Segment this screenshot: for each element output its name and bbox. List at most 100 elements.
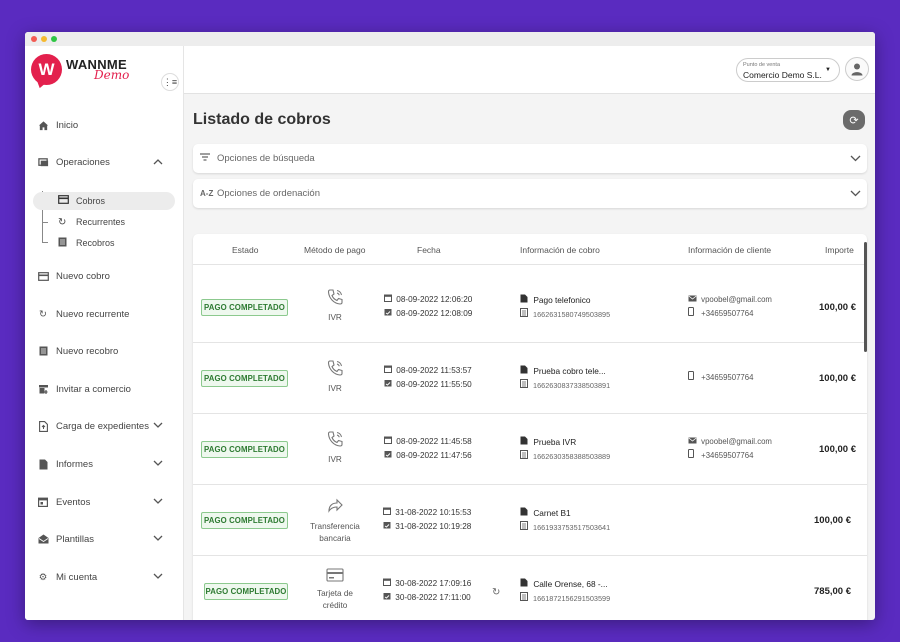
window-minimize-dot[interactable] [41, 36, 47, 42]
chevron-up-icon [153, 157, 163, 168]
sidebar-item-nuevo-recurrente[interactable]: ↻ Nuevo recurrente [25, 304, 184, 324]
completed-date: 08-09-2022 11:47:56 [396, 451, 472, 460]
completed-date: 30-08-2022 17:11:00 [395, 593, 471, 602]
document-icon [520, 436, 531, 450]
sidebar-item-carga-expedientes[interactable]: Carga de expedientes [25, 416, 184, 436]
calendar-icon [384, 435, 394, 449]
window-close-dot[interactable] [31, 36, 37, 42]
client-phone: +34659507764 [701, 309, 754, 318]
sidebar-subitem-recobros[interactable]: Recobros [33, 234, 175, 252]
table-row[interactable]: PAGO COMPLETADO IVR 08-09-2022 11:45:58 0… [193, 414, 867, 485]
phone-icon [301, 359, 369, 383]
column-header-importe[interactable]: Importe [825, 245, 854, 255]
column-header-info-cobro[interactable]: Información de cobro [520, 245, 600, 255]
dates: 08-09-2022 11:45:58 08-09-2022 11:47:56 [384, 435, 472, 463]
operations-icon [37, 156, 49, 168]
sidebar-subitem-cobros[interactable]: Cobros [33, 192, 175, 210]
client-info: +34659507764 [688, 371, 753, 385]
topbar: Punto de venta Comercio Demo S.L. ▼ [184, 46, 875, 94]
table-row[interactable]: PAGO COMPLETADO IVR 08-09-2022 12:06:20 0… [193, 272, 867, 343]
mobile-icon [688, 307, 699, 321]
amount: 100,00 € [819, 444, 856, 455]
calendar-check-icon [384, 449, 394, 463]
caret-down-icon: ▼ [825, 67, 831, 73]
client-phone: +34659507764 [701, 373, 754, 382]
scrollbar[interactable] [864, 242, 867, 352]
window-titlebar [25, 32, 875, 46]
amount: 100,00 € [819, 373, 856, 384]
chevron-down-icon [850, 153, 861, 165]
sidebar-item-operaciones[interactable]: Operaciones [25, 152, 184, 172]
created-date: 08-09-2022 11:53:57 [396, 366, 472, 375]
sidebar-item-nuevo-recobro[interactable]: Nuevo recobro [25, 341, 184, 361]
amount: 785,00 € [814, 586, 851, 597]
sidebar-item-informes[interactable]: Informes [25, 454, 184, 474]
completed-date: 08-09-2022 11:55:50 [396, 380, 472, 389]
menu-collapse-icon[interactable]: ⋮≡ [161, 73, 179, 91]
sidebar-item-inicio[interactable]: Inicio [25, 115, 184, 135]
payment-id: 1662631580749503895 [533, 310, 611, 319]
calendar-check-icon [384, 307, 394, 321]
calendar-icon [384, 364, 394, 378]
logo[interactable]: W WANNME Demo [31, 54, 129, 85]
payment-concept[interactable]: Prueba IVR [533, 437, 576, 447]
filter-icon [200, 153, 210, 164]
refresh-button[interactable]: ⟳ [843, 110, 865, 130]
sidebar-item-plantillas[interactable]: Plantillas [25, 529, 184, 549]
payment-concept[interactable]: Calle Orense, 68 -... [533, 579, 607, 589]
phone-icon [301, 430, 369, 454]
point-of-sale-select[interactable]: Punto de venta Comercio Demo S.L. ▼ [736, 58, 840, 82]
receipt-icon [520, 592, 531, 606]
payment-method: IVR [301, 430, 369, 466]
user-avatar-icon[interactable] [845, 57, 869, 81]
dates: 08-09-2022 12:06:20 08-09-2022 12:08:09 [384, 293, 472, 321]
payment-info: Prueba cobro tele... 1662630837338503891 [520, 364, 610, 393]
search-options-accordion[interactable]: Opciones de búsqueda [193, 144, 867, 173]
sidebar-item-mi-cuenta[interactable]: ⚙ Mi cuenta [25, 567, 184, 587]
chevron-down-icon [153, 497, 163, 508]
sort-options-accordion[interactable]: A-Z Opciones de ordenación [193, 179, 867, 208]
payment-concept[interactable]: Pago telefonico [533, 295, 590, 305]
document-icon [58, 237, 67, 250]
status-badge: PAGO COMPLETADO [201, 299, 288, 316]
logo-mark: W [31, 54, 62, 85]
payment-method-label: IVR [328, 384, 342, 393]
dates: 08-09-2022 11:53:57 08-09-2022 11:55:50 [384, 364, 472, 392]
client-info: vpoobel@gmail.com +34659507764 [688, 293, 772, 321]
calendar-icon [37, 496, 49, 508]
payment-info: Carnet B1 1661933753517503641 [520, 506, 610, 535]
column-header-metodo[interactable]: Método de pago [304, 245, 365, 255]
mobile-icon [688, 371, 699, 385]
table-row[interactable]: PAGO COMPLETADO IVR 08-09-2022 11:53:57 0… [193, 343, 867, 414]
refresh-icon: ⟳ [849, 114, 859, 127]
receipt-icon [520, 521, 531, 535]
calendar-icon [383, 506, 393, 520]
payment-info: Calle Orense, 68 -... 166187215629150359… [520, 577, 610, 606]
sidebar-item-nuevo-cobro[interactable]: Nuevo cobro [25, 266, 184, 286]
document-icon [520, 294, 531, 308]
sidebar: W WANNME Demo ⋮≡ Inicio Operaciones Cobr… [25, 46, 184, 620]
sidebar-subitem-recurrentes[interactable]: ↻ Recurrentes [33, 213, 175, 231]
calendar-icon [383, 577, 393, 591]
payment-concept[interactable]: Prueba cobro tele... [533, 366, 605, 376]
column-header-fecha[interactable]: Fecha [417, 245, 441, 255]
recurrent-icon: ↻ [58, 216, 67, 228]
mail-icon [688, 435, 699, 449]
recurrent-icon: ↻ [492, 587, 501, 598]
recurrent-icon: ↻ [39, 308, 47, 320]
page-title: Listado de cobros [193, 111, 331, 128]
dates: 30-08-2022 17:09:16 30-08-2022 17:11:00 [383, 577, 471, 605]
column-header-info-cliente[interactable]: Información de cliente [688, 245, 771, 255]
upload-file-icon [37, 420, 49, 432]
table-row[interactable]: PAGO COMPLETADO Transferencia bancaria 31-… [193, 485, 867, 556]
payment-method: IVR [301, 359, 369, 395]
card-icon [58, 195, 69, 207]
column-header-estado[interactable]: Estado [232, 245, 258, 255]
window-maximize-dot[interactable] [51, 36, 57, 42]
payment-concept[interactable]: Carnet B1 [533, 508, 570, 518]
sidebar-item-invitar-comercio[interactable]: Invitar a comercio [25, 379, 184, 399]
mail-icon [37, 533, 49, 545]
payments-table: Estado Método de pago Fecha Información … [193, 234, 867, 620]
sidebar-item-eventos[interactable]: Eventos [25, 492, 184, 512]
table-row[interactable]: PAGO COMPLETADO Tarjeta de crédito 30-08-2… [193, 556, 867, 620]
